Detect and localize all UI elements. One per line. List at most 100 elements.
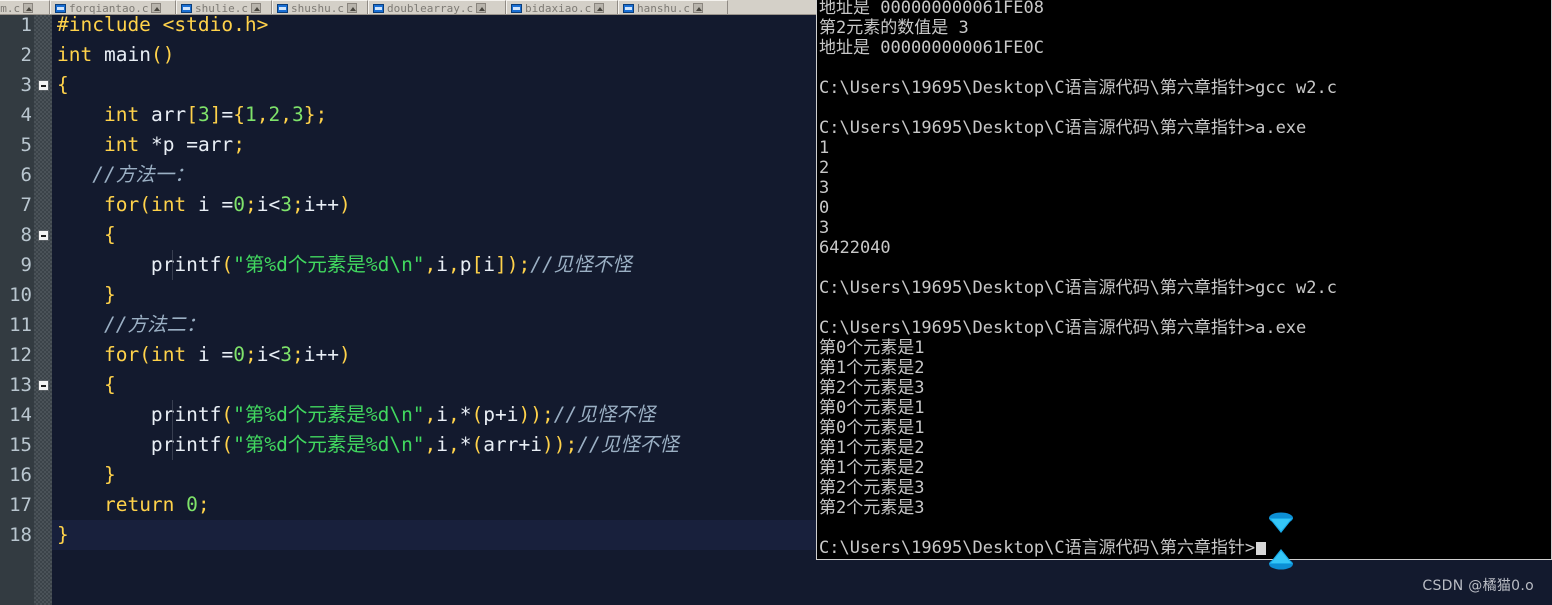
code-token: int xyxy=(150,193,187,216)
code-line[interactable]: int arr[3]={1,2,3}; xyxy=(52,100,327,130)
app-window: sum.c forqiantao.c shulie.c shushu.c doublea… xyxy=(0,0,1552,605)
code-token: , xyxy=(256,103,269,126)
code-token: ; xyxy=(233,133,245,156)
code-token: ] xyxy=(495,253,507,276)
code-line[interactable]: int main() xyxy=(52,40,174,70)
line-number: 4 xyxy=(20,104,32,126)
indent-guide xyxy=(172,400,173,460)
code-token: } xyxy=(303,103,316,126)
close-icon[interactable] xyxy=(250,3,261,13)
code-line[interactable]: //方法一： xyxy=(52,160,193,190)
code-token: ( xyxy=(471,433,484,456)
code-line[interactable]: { xyxy=(52,220,116,250)
terminal-line: 第0个元素是1 xyxy=(819,338,925,358)
fold-marker[interactable] xyxy=(38,80,49,91)
code-token: //见怪不怪 xyxy=(577,433,679,456)
code-token: 0 xyxy=(186,493,198,516)
code-token: for xyxy=(103,193,140,216)
code-token: int xyxy=(150,343,187,366)
line-number: 17 xyxy=(9,494,32,516)
code-line[interactable]: } xyxy=(52,280,116,310)
code-line[interactable]: } xyxy=(52,520,69,550)
code-token: ) xyxy=(553,433,566,456)
editor-tab-label: forqiantao.c xyxy=(69,1,149,15)
code-token: = xyxy=(221,103,234,126)
code-token: ; xyxy=(291,193,304,216)
line-number: 3 xyxy=(20,74,32,96)
code-token: * xyxy=(459,433,472,456)
editor-tab[interactable]: shulie.c xyxy=(176,0,272,14)
code-token: + xyxy=(518,433,531,456)
code-token: + xyxy=(315,193,328,216)
close-icon[interactable] xyxy=(23,3,34,13)
line-number: 14 xyxy=(9,404,32,426)
code-line[interactable]: { xyxy=(52,370,116,400)
editor-tab[interactable]: forqiantao.c xyxy=(50,0,176,15)
code-token: } xyxy=(103,283,116,306)
code-line[interactable]: for(int i =0;i<3;i++) xyxy=(52,190,351,220)
code-line[interactable]: printf("第%d个元素是%d\n",i,*(arr+i));//见怪不怪 xyxy=(52,430,679,460)
code-token: arr xyxy=(483,433,519,456)
code-token: = xyxy=(221,343,234,366)
code-token: ; xyxy=(518,253,531,276)
fold-marker[interactable] xyxy=(38,230,49,241)
code-token: p xyxy=(162,133,175,156)
close-icon[interactable] xyxy=(692,3,703,13)
code-line[interactable]: { xyxy=(52,70,69,100)
code-token: 0 xyxy=(233,193,245,216)
code-line[interactable]: return 0; xyxy=(52,490,210,520)
code-token: ) xyxy=(162,43,175,66)
code-token: ) xyxy=(518,403,531,426)
editor-tab[interactable]: hanshu.c xyxy=(618,0,728,15)
code-token: //见怪不怪 xyxy=(530,253,632,276)
code-token: ( xyxy=(471,403,484,426)
code-token: * xyxy=(150,133,163,156)
command-prompt-window[interactable]: 地址是 000000000061FE08 第2元素的数值是 3 地址是 000000… xyxy=(816,0,1552,560)
code-token: printf xyxy=(150,253,222,276)
code-token: ] xyxy=(209,103,222,126)
code-token: , xyxy=(424,403,437,426)
code-line[interactable]: int *p =arr; xyxy=(52,130,245,160)
code-token: ( xyxy=(139,343,151,366)
fold-marker[interactable] xyxy=(38,380,49,391)
close-icon[interactable] xyxy=(476,3,487,13)
code-line[interactable]: for(int i =0;i<3;i++) xyxy=(52,340,351,370)
code-token: ( xyxy=(150,43,163,66)
code-line[interactable]: } xyxy=(52,460,116,490)
terminal-line: 第1个元素是2 xyxy=(819,358,925,378)
code-token: 3 xyxy=(197,103,210,126)
editor-tab[interactable]: sum.c xyxy=(0,0,50,14)
code-line[interactable]: printf("第%d个元素是%d\n",i,*(p+i));//见怪不怪 xyxy=(52,400,655,430)
code-token: arr xyxy=(197,133,234,156)
line-number: 9 xyxy=(20,254,32,276)
code-token: + xyxy=(495,403,507,426)
code-line[interactable]: #include <stdio.h> xyxy=(52,15,268,40)
close-icon[interactable] xyxy=(594,3,605,13)
editor-tab-label: hanshu.c xyxy=(637,1,690,15)
line-number: 1 xyxy=(20,15,32,36)
line-number: 13 xyxy=(9,374,32,396)
code-folding-column[interactable] xyxy=(34,15,52,605)
code-token: int xyxy=(103,133,140,156)
code-line[interactable]: //方法二： xyxy=(52,310,205,340)
code-token: { xyxy=(233,103,245,126)
code-token: } xyxy=(57,523,69,546)
terminal-line: C:\Users\19695\Desktop\C语言源代码\第六章指针>a.ex… xyxy=(819,118,1307,138)
editor-tab[interactable]: bidaxiao.c xyxy=(506,0,618,14)
code-token: { xyxy=(103,373,116,396)
close-icon[interactable] xyxy=(346,3,357,13)
editor-tab[interactable]: doublearray.c xyxy=(368,0,506,14)
close-icon[interactable] xyxy=(151,3,162,13)
code-line[interactable]: printf("第%d个元素是%d\n",i,p[i]);//见怪不怪 xyxy=(52,250,632,280)
editor-tab[interactable]: shushu.c xyxy=(272,0,368,14)
terminal-line: 第2个元素是3 xyxy=(819,498,925,518)
code-token: i xyxy=(436,403,449,426)
code-token: , xyxy=(448,253,460,276)
code-token: = xyxy=(186,133,198,156)
